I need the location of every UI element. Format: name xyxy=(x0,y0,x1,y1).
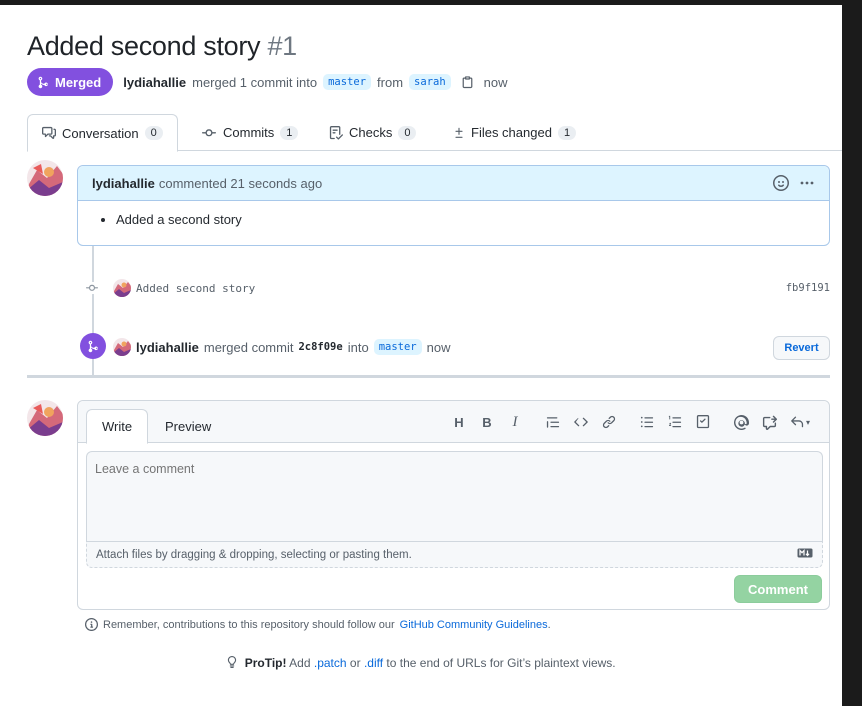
pr-title: Added second story xyxy=(27,31,261,61)
merge-author[interactable]: lydiahallie xyxy=(136,340,199,355)
merged-badge xyxy=(80,333,106,359)
merge-summary: merged 1 commit into xyxy=(192,74,318,90)
mention-icon[interactable] xyxy=(729,411,753,433)
tab-commits[interactable]: Commits 1 xyxy=(187,114,312,151)
comment-icon xyxy=(42,126,56,139)
task-list-icon[interactable] xyxy=(691,411,715,433)
protip-label: ProTip! xyxy=(244,656,287,670)
protip: ProTip! Add .patch or .diff to the end o… xyxy=(0,655,842,670)
bold-icon[interactable]: B xyxy=(475,411,499,433)
tab-count: 1 xyxy=(280,125,299,140)
protip-add: Add xyxy=(289,656,311,670)
page-title: Added second story #1 xyxy=(27,31,297,62)
link-icon[interactable] xyxy=(597,411,621,433)
editor-header: Write Preview H B I ▾ xyxy=(78,401,829,444)
timeline-commit: Added second story fb9f191 xyxy=(82,277,830,299)
merge-branch[interactable]: master xyxy=(373,339,422,355)
merge-text: merged commit xyxy=(203,339,294,355)
attach-text: Attach files by dragging & dropping, sel… xyxy=(96,548,412,561)
patch-link[interactable]: .patch xyxy=(314,656,347,670)
comment-textarea[interactable] xyxy=(86,451,823,541)
reply-icon[interactable]: ▾ xyxy=(785,411,815,433)
tab-count: 0 xyxy=(398,125,417,140)
tab-count: 1 xyxy=(557,125,577,140)
attach-files-bar[interactable]: Attach files by dragging & dropping, sel… xyxy=(86,541,823,568)
pr-number: #1 xyxy=(267,31,297,61)
tab-count: 0 xyxy=(144,126,163,140)
contribution-note: Remember, contributions to this reposito… xyxy=(85,618,551,631)
protip-rest: to the end of URLs for Git’s plaintext v… xyxy=(386,656,616,670)
guidelines-link[interactable]: GitHub Community Guidelines xyxy=(400,619,548,631)
tab-conversation[interactable]: Conversation 0 xyxy=(27,114,178,152)
diff-icon xyxy=(455,127,463,138)
tab-label: Conversation xyxy=(62,125,139,141)
commit-sha[interactable]: fb9f191 xyxy=(786,282,830,294)
base-branch[interactable]: master xyxy=(323,74,372,90)
pr-tabs: Conversation 0 Commits 1 Checks 0 Files … xyxy=(27,114,842,152)
comment: lydiahallie commented 21 seconds ago Add… xyxy=(77,165,830,246)
revert-button[interactable]: Revert xyxy=(773,336,830,360)
comment-editor: Write Preview H B I ▾ Leave a comment At… xyxy=(77,400,830,610)
tab-label: Files changed xyxy=(471,125,552,140)
tab-preview[interactable]: Preview xyxy=(150,409,226,443)
avatar[interactable] xyxy=(27,160,63,196)
tab-files-changed[interactable]: Files changed 1 xyxy=(439,114,590,151)
status-badge: Merged xyxy=(27,68,114,96)
page: Added second story #1 Merged lydiahallie… xyxy=(0,5,842,706)
merge-time[interactable]: now xyxy=(427,340,451,355)
checklist-icon xyxy=(329,125,343,140)
git-merge-icon xyxy=(38,76,48,88)
tab-checks[interactable]: Checks 0 xyxy=(315,114,430,151)
comment-header: lydiahallie commented 21 seconds ago xyxy=(78,166,829,201)
tab-label: Commits xyxy=(223,125,275,140)
merge-commit-hash[interactable]: 2c8f09e xyxy=(298,341,342,353)
protip-or: or xyxy=(349,656,361,670)
guidelines-suffix: . xyxy=(547,618,551,631)
avatar[interactable] xyxy=(27,400,63,436)
light-bulb-icon xyxy=(228,656,237,668)
timeline-separator xyxy=(27,375,830,378)
markdown-icon[interactable] xyxy=(797,548,813,561)
commit-icon xyxy=(202,128,216,136)
quote-icon[interactable] xyxy=(541,411,565,433)
comment-button[interactable]: Comment xyxy=(734,575,822,603)
git-merge-icon xyxy=(88,340,98,352)
status-label: Merged xyxy=(55,74,102,90)
markdown-toolbar: H B I ▾ xyxy=(447,411,815,433)
pr-time: now xyxy=(483,74,508,90)
commit-icon xyxy=(82,282,102,294)
from-label: from xyxy=(377,74,404,90)
comment-author[interactable]: lydiahallie xyxy=(92,176,155,191)
avatar[interactable] xyxy=(113,279,131,297)
pr-author[interactable]: lydiahallie xyxy=(123,75,186,90)
into-label: into xyxy=(347,339,369,355)
italic-icon[interactable]: I xyxy=(503,411,527,433)
list-item: Added a second story xyxy=(116,212,813,227)
ordered-list-icon[interactable] xyxy=(663,411,687,433)
kebab-horizontal-icon[interactable] xyxy=(799,175,815,191)
tab-label: Checks xyxy=(349,125,393,140)
info-icon xyxy=(85,618,98,631)
diff-link[interactable]: .diff xyxy=(364,656,383,670)
comment-meta[interactable]: commented 21 seconds ago xyxy=(159,176,322,191)
cross-reference-icon[interactable] xyxy=(757,411,781,433)
guidelines-text: Remember, contributions to this reposito… xyxy=(103,618,395,631)
comment-body: Added a second story xyxy=(78,201,829,227)
smiley-icon[interactable] xyxy=(773,175,789,191)
copy-icon[interactable] xyxy=(461,75,474,89)
commit-message[interactable]: Added second story xyxy=(136,282,255,295)
code-icon[interactable] xyxy=(569,411,593,433)
merge-event: lydiahallie merged commit 2c8f09e into m… xyxy=(113,338,450,356)
heading-icon[interactable]: H xyxy=(447,411,471,433)
unordered-list-icon[interactable] xyxy=(635,411,659,433)
head-branch[interactable]: sarah xyxy=(409,74,451,90)
tab-write[interactable]: Write xyxy=(86,409,149,444)
avatar[interactable] xyxy=(113,338,131,356)
pr-meta: Merged lydiahallie merged 1 commit into … xyxy=(27,68,508,96)
